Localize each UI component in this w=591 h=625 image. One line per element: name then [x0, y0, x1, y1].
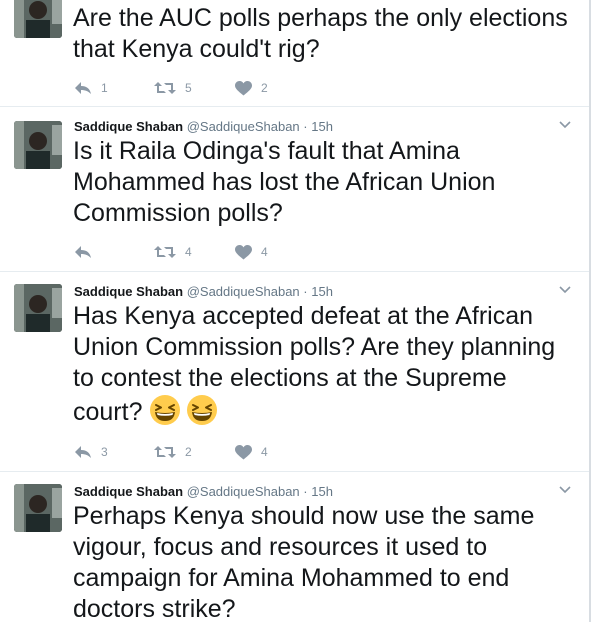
reply-icon — [75, 82, 91, 94]
reply-button[interactable] — [74, 242, 101, 262]
tweet-header: Saddique Shaban @SaddiqueShaban · 15h — [74, 284, 333, 300]
retweet-count: 4 — [185, 245, 192, 259]
user-name[interactable]: Saddique Shaban — [74, 284, 183, 299]
grinning-squinting-face-icon — [150, 395, 181, 425]
tweet-actions: 1 5 2 — [74, 78, 374, 98]
user-handle[interactable]: @SaddiqueShaban — [187, 284, 300, 299]
tweet-header: Saddique Shaban @SaddiqueShaban · 15h — [74, 484, 333, 500]
tweet[interactable]: Saddique Shaban @SaddiqueShaban · 15h Ha… — [0, 272, 589, 472]
tweet-header: Saddique Shaban @SaddiqueShaban · 15h — [74, 119, 333, 135]
user-handle[interactable]: @SaddiqueShaban — [187, 484, 300, 499]
retweet-count: 2 — [185, 445, 192, 459]
like-button[interactable]: 2 — [235, 78, 268, 98]
tweet-text: Has Kenya accepted defeat at the African… — [73, 301, 573, 428]
timestamp[interactable]: 15h — [311, 284, 333, 299]
retweet-count: 5 — [185, 81, 192, 95]
reply-icon — [75, 246, 91, 258]
grinning-squinting-face-icon — [187, 395, 218, 425]
retweet-button[interactable]: 4 — [154, 242, 192, 262]
like-button[interactable]: 4 — [235, 442, 268, 462]
separator-dot: · — [303, 119, 308, 134]
reply-icon — [75, 446, 91, 458]
user-name[interactable]: Saddique Shaban — [74, 119, 183, 134]
reply-button[interactable]: 3 — [74, 442, 108, 462]
retweet-button[interactable]: 5 — [154, 78, 192, 98]
avatar[interactable] — [14, 0, 62, 38]
retweet-button[interactable]: 2 — [154, 442, 192, 462]
heart-icon — [235, 244, 252, 259]
tweet[interactable]: Saddique Shaban @SaddiqueShaban · 15h Pe… — [0, 472, 589, 623]
tweet-actions: 3 2 4 — [74, 442, 374, 462]
user-handle[interactable]: @SaddiqueShaban — [187, 119, 300, 134]
retweet-icon — [154, 246, 176, 258]
avatar[interactable] — [14, 121, 62, 169]
tweet[interactable]: Saddique Shaban @SaddiqueShaban · 15h Is… — [0, 107, 589, 272]
heart-icon — [235, 80, 252, 95]
tweet-text: Are the AUC polls perhaps the only elect… — [73, 4, 568, 63]
separator-dot: · — [303, 484, 308, 499]
chevron-down-icon[interactable] — [559, 286, 571, 294]
heart-icon — [235, 444, 252, 459]
chevron-down-icon[interactable] — [559, 121, 571, 129]
reply-count: 3 — [101, 445, 108, 459]
like-count: 4 — [261, 245, 268, 259]
reply-count: 1 — [101, 81, 108, 95]
reply-button[interactable]: 1 — [74, 78, 108, 98]
tweet-text: Is it Raila Odinga's fault that Amina Mo… — [73, 137, 496, 227]
chevron-down-icon[interactable] — [559, 486, 571, 494]
retweet-icon — [154, 82, 176, 94]
timestamp[interactable]: 15h — [311, 119, 333, 134]
separator-dot: · — [303, 284, 308, 299]
tweet[interactable]: Are the AUC polls perhaps the only elect… — [0, 0, 589, 107]
user-name[interactable]: Saddique Shaban — [74, 484, 183, 499]
avatar[interactable] — [14, 484, 62, 532]
retweet-icon — [154, 446, 176, 458]
tweet-text-body: Has Kenya accepted defeat at the African… — [73, 302, 556, 426]
avatar[interactable] — [14, 284, 62, 332]
timestamp[interactable]: 15h — [311, 484, 333, 499]
like-button[interactable]: 4 — [235, 242, 268, 262]
tweet-actions: 4 4 — [74, 242, 374, 262]
tweet-text: Perhaps Kenya should now use the same vi… — [73, 502, 535, 623]
like-count: 4 — [261, 445, 268, 459]
like-count: 2 — [261, 81, 268, 95]
